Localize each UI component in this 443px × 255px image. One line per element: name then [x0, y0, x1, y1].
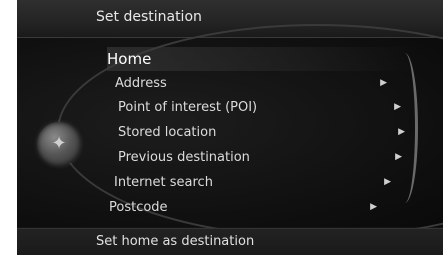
menu-item-home[interactable]: Home: [107, 47, 417, 71]
menu-item-address[interactable]: Address ▶: [115, 71, 391, 95]
navigation-screen: Set destination ✦ Home Address ▶ Point o…: [17, 0, 443, 255]
destination-menu: Home Address ▶ Point of interest (POI) ▶…: [17, 38, 443, 227]
menu-panel: ✦ Home Address ▶ Point of interest (POI)…: [17, 24, 443, 238]
menu-item-label: Home: [107, 50, 152, 68]
chevron-right-icon: ▶: [380, 78, 387, 88]
chevron-right-icon: ▶: [370, 202, 377, 212]
chevron-right-icon: ▶: [395, 152, 402, 162]
chevron-right-icon: ▶: [394, 102, 401, 112]
chevron-right-icon: ▶: [398, 127, 405, 137]
menu-item-previous-destination[interactable]: Previous destination ▶: [118, 145, 406, 169]
menu-item-label: Address: [115, 75, 167, 91]
selection-hint: Set home as destination: [96, 234, 255, 249]
menu-item-stored-location[interactable]: Stored location ▶: [118, 120, 409, 144]
menu-item-label: Stored location: [118, 124, 217, 140]
menu-item-poi[interactable]: Point of interest (POI) ▶: [118, 95, 405, 119]
page-title: Set destination: [96, 9, 202, 25]
menu-item-postcode[interactable]: Postcode ▶: [109, 195, 381, 219]
menu-item-label: Previous destination: [118, 149, 250, 165]
menu-item-label: Postcode: [109, 199, 168, 215]
chevron-right-icon: ▶: [384, 177, 391, 187]
menu-item-internet-search[interactable]: Internet search ▶: [114, 170, 395, 194]
status-bar: Set home as destination: [17, 228, 443, 255]
menu-item-label: Internet search: [114, 174, 213, 190]
menu-item-label: Point of interest (POI): [118, 99, 258, 115]
